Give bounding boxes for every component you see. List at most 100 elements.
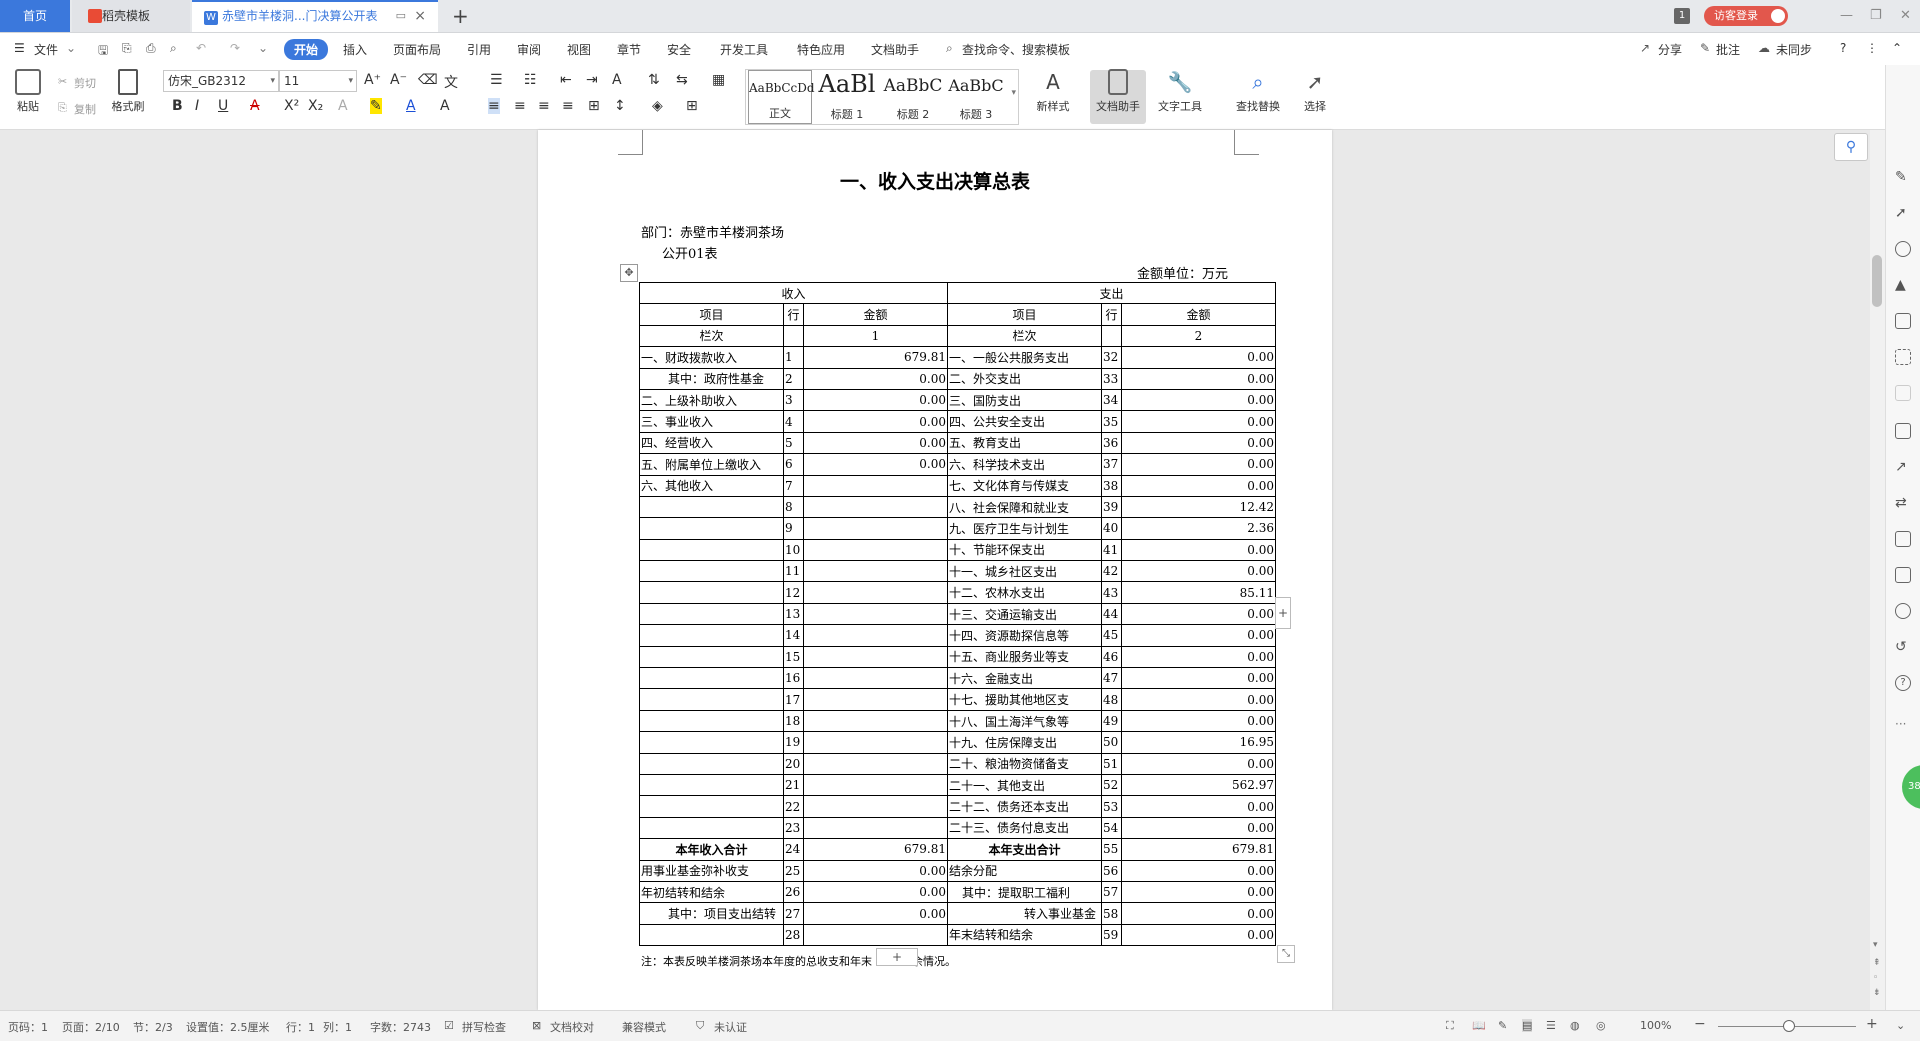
web-view-icon[interactable]: ◍: [1570, 1019, 1580, 1032]
reading-mode-icon[interactable]: 📖: [1472, 1019, 1486, 1032]
pen-icon[interactable]: ✎: [1895, 169, 1911, 185]
menu-reference[interactable]: 引用: [467, 41, 491, 58]
cut-button[interactable]: 剪切: [74, 75, 96, 91]
paste-button[interactable]: 粘贴: [8, 69, 48, 114]
minimize-button[interactable]: —: [1840, 0, 1853, 32]
archive-icon[interactable]: [1895, 531, 1911, 547]
print-icon[interactable]: ⎙: [146, 41, 156, 56]
align-right-icon[interactable]: ≡: [538, 98, 550, 114]
new-tab-button[interactable]: +: [452, 0, 469, 32]
zoom-in-icon[interactable]: +: [1866, 1016, 1878, 1032]
export-icon[interactable]: ⎘: [122, 41, 132, 56]
subscript-icon[interactable]: X₂: [308, 98, 323, 114]
prev-page-icon[interactable]: ⇞: [1873, 958, 1881, 968]
style-icon[interactable]: ▲: [1895, 277, 1911, 293]
text-effect-icon[interactable]: A: [338, 98, 348, 114]
line-spacing-icon[interactable]: ↕: [614, 98, 626, 114]
page-view-icon[interactable]: ▤: [1522, 1019, 1533, 1032]
clear-format-icon[interactable]: ⌫: [418, 72, 438, 88]
zoom-out-icon[interactable]: −: [1694, 1016, 1706, 1032]
format-painter-button[interactable]: 格式刷: [108, 69, 148, 114]
distribute-icon[interactable]: ⊞: [588, 98, 600, 114]
share-out-icon[interactable]: ↗: [1895, 459, 1911, 475]
style-heading3[interactable]: AaBbC 标题 3: [946, 70, 1006, 124]
scroll-down-icon[interactable]: ▾: [1873, 940, 1878, 950]
spell-check-button[interactable]: 拼写检查: [462, 1019, 506, 1035]
select-browse-icon[interactable]: ◦: [1873, 973, 1878, 983]
style-heading2[interactable]: AaBbC 标题 2: [880, 70, 946, 124]
justify-icon[interactable]: ≡: [562, 98, 574, 114]
history-icon[interactable]: ↺: [1895, 639, 1911, 655]
style-heading1[interactable]: AaBl 标题 1: [814, 70, 880, 124]
tab-document[interactable]: W 赤壁市羊楼洞...门决算公开表 ▭ ×: [192, 0, 438, 32]
print-preview-icon[interactable]: ⌕: [170, 41, 177, 56]
menu-view[interactable]: 视图: [567, 41, 591, 58]
decrease-indent-icon[interactable]: ⇤: [560, 72, 572, 88]
strikethrough-icon[interactable]: A: [250, 98, 260, 114]
menu-developer[interactable]: 开发工具: [720, 41, 768, 58]
style-gallery-more-icon[interactable]: ▾: [1011, 88, 1016, 98]
grid-icon[interactable]: [1895, 349, 1911, 365]
doc-assistant-button[interactable]: 文档助手: [1093, 69, 1143, 114]
menu-file[interactable]: 文件: [34, 41, 58, 58]
location-pin-icon[interactable]: ⚲: [1834, 133, 1868, 161]
chinese-layout-icon[interactable]: A: [612, 72, 622, 88]
font-color-icon[interactable]: A: [406, 98, 416, 114]
sort-icon[interactable]: ⇅: [648, 72, 660, 88]
help-circle-icon[interactable]: ?: [1895, 675, 1911, 691]
show-marks-icon[interactable]: ⇆: [676, 72, 688, 88]
font-name-select[interactable]: 仿宋_GB2312 ▾: [163, 70, 279, 92]
more-horizontal-icon[interactable]: ···: [1895, 717, 1911, 733]
bullet-list-icon[interactable]: ☰: [490, 72, 503, 88]
tab-home[interactable]: 首页: [0, 0, 70, 32]
table-resize-icon[interactable]: ⤡: [1277, 945, 1295, 963]
underline-icon[interactable]: U: [218, 98, 228, 114]
list-icon[interactable]: [1895, 385, 1911, 401]
menu-features[interactable]: 特色应用: [797, 41, 845, 58]
align-center-icon[interactable]: ≡: [514, 98, 526, 114]
collapse-ribbon-icon[interactable]: ⌃: [1892, 41, 1902, 55]
sync-button[interactable]: 未同步: [1776, 41, 1812, 58]
pointer-icon[interactable]: ➚: [1895, 205, 1911, 221]
redo-icon[interactable]: ↷: [230, 41, 240, 55]
menu-page-layout[interactable]: 页面布局: [393, 41, 441, 58]
add-column-button[interactable]: +: [1275, 597, 1291, 629]
help-button[interactable]: ?: [1840, 41, 1846, 55]
outline-view-icon[interactable]: ☰: [1546, 1019, 1556, 1032]
shading-icon[interactable]: ◈: [652, 98, 663, 114]
more-icon[interactable]: ⋮: [1866, 41, 1878, 55]
menu-insert[interactable]: 插入: [343, 41, 367, 58]
style-normal[interactable]: AaBbCcDd 正文: [748, 70, 815, 124]
add-row-button[interactable]: +: [876, 948, 918, 966]
hamburger-icon[interactable]: ☰: [14, 41, 25, 55]
shapes-icon[interactable]: [1895, 241, 1911, 257]
table-move-handle-icon[interactable]: ✥: [620, 264, 638, 282]
fullscreen-icon[interactable]: ⛶: [1446, 1019, 1454, 1033]
find-replace-button[interactable]: ⌕ 查找替换: [1228, 69, 1288, 114]
numbered-list-icon[interactable]: ☷: [524, 72, 537, 88]
new-style-button[interactable]: A 新样式: [1030, 69, 1076, 114]
share-button[interactable]: 分享: [1658, 41, 1682, 58]
undo-icon[interactable]: ↶: [196, 41, 206, 55]
command-search[interactable]: 查找命令、搜索模板: [962, 41, 1070, 58]
next-page-icon[interactable]: ⇟: [1873, 988, 1881, 998]
vertical-scrollbar[interactable]: ▾ ⇞ ◦ ⇟: [1870, 130, 1885, 1010]
bold-icon[interactable]: B: [172, 98, 183, 114]
guest-login-button[interactable]: 访客登录: [1704, 6, 1788, 26]
char-shading-icon[interactable]: A: [440, 98, 450, 114]
proofread-button[interactable]: 文档校对: [550, 1019, 594, 1035]
status-word-count[interactable]: 字数：2743: [370, 1019, 431, 1035]
save-icon[interactable]: 🖫: [98, 41, 108, 62]
tab-daoke-template[interactable]: 稻壳模板: [72, 0, 190, 32]
font-size-select[interactable]: 11 ▾: [279, 70, 357, 92]
grow-font-icon[interactable]: A⁺: [364, 72, 381, 88]
phonetic-icon[interactable]: 文: [444, 72, 458, 92]
shrink-font-icon[interactable]: A⁻: [390, 72, 407, 88]
edit-mode-icon[interactable]: ✎: [1498, 1019, 1507, 1032]
copy-button[interactable]: 复制: [74, 101, 96, 117]
restore-button[interactable]: ❐: [1870, 0, 1882, 32]
comment-button[interactable]: 批注: [1716, 41, 1740, 58]
menu-doc-assistant[interactable]: 文档助手: [871, 41, 919, 58]
align-left-icon[interactable]: ≡: [488, 98, 500, 114]
monitor-icon[interactable]: ▭: [396, 2, 406, 30]
